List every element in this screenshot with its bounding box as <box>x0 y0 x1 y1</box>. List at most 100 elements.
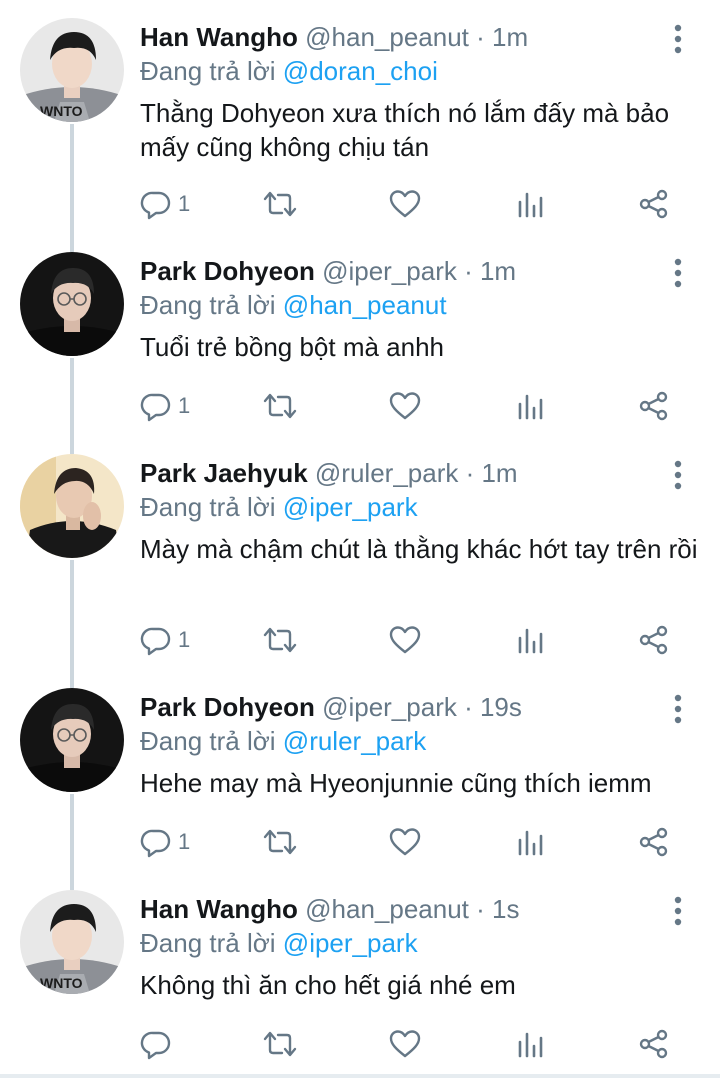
retweet-button[interactable] <box>262 386 298 426</box>
analytics-button[interactable] <box>516 1024 546 1064</box>
avatar[interactable] <box>20 454 124 558</box>
like-button[interactable] <box>388 184 422 224</box>
reply-prefix: Đang trả lời <box>140 726 276 756</box>
display-name[interactable]: Han Wangho <box>140 22 298 52</box>
tweet-text: Thằng Dohyeon xưa thích nó lắm đấy mà bả… <box>140 98 670 162</box>
tweet-text: Không thì ăn cho hết giá nhé em <box>140 970 516 1000</box>
like-button[interactable] <box>388 1024 422 1064</box>
handle[interactable]: @ruler_park <box>315 458 458 488</box>
display-name[interactable]: Han Wangho <box>140 894 298 924</box>
tweet-header: Park Dohyeon @iper_park · 19s <box>140 690 522 724</box>
reply-prefix: Đang trả lời <box>140 928 276 958</box>
avatar[interactable]: WNTO <box>20 18 124 122</box>
reply-to-link[interactable]: @ruler_park <box>283 726 426 756</box>
tweet[interactable]: Park Jaehyuk @ruler_park · 1m Đang trả l… <box>0 436 720 676</box>
timestamp[interactable]: · 1m <box>476 22 528 52</box>
svg-text:WNTO: WNTO <box>40 103 83 119</box>
analytics-button[interactable] <box>516 386 546 426</box>
reply-button[interactable]: 1 <box>140 386 190 426</box>
reply-to-link[interactable]: @doran_choi <box>283 56 438 86</box>
tweet[interactable]: Park Dohyeon @iper_park · 19s Đang trả l… <box>0 670 720 890</box>
reply-count: 1 <box>178 829 191 854</box>
tweet-actions <box>140 1024 680 1064</box>
like-button[interactable] <box>388 386 422 426</box>
display-name[interactable]: Park Dohyeon <box>140 256 315 286</box>
retweet-icon <box>263 191 297 217</box>
avatar[interactable] <box>20 688 124 792</box>
reply-button[interactable]: 1 <box>140 822 190 862</box>
handle[interactable]: @iper_park <box>322 692 457 722</box>
share-button[interactable] <box>638 1024 670 1064</box>
tweet[interactable]: WNTO Han Wangho @han_peanut · 1m Đang tr… <box>0 0 720 240</box>
avatar[interactable]: WNTO <box>20 890 124 994</box>
share-icon <box>639 827 668 857</box>
reply-icon <box>140 191 171 220</box>
share-icon <box>639 625 668 655</box>
tweet-actions: 1 <box>140 620 680 660</box>
tweet-header: Han Wangho @han_peanut · 1s <box>140 892 519 926</box>
retweet-icon <box>263 1031 297 1057</box>
tweet-actions: 1 <box>140 386 680 426</box>
retweet-icon <box>263 829 297 855</box>
avatar-park-dohyeon-icon <box>20 688 124 792</box>
heart-icon <box>389 190 421 218</box>
avatar-han-wangho-icon: WNTO <box>20 18 124 122</box>
tweet-actions: 1 <box>140 184 680 224</box>
share-icon <box>639 189 668 219</box>
more-vertical-icon[interactable] <box>666 258 690 288</box>
heart-icon <box>389 392 421 420</box>
share-icon <box>639 1029 668 1059</box>
retweet-button[interactable] <box>262 1024 298 1064</box>
retweet-icon <box>263 627 297 653</box>
analytics-button[interactable] <box>516 184 546 224</box>
reply-to-link[interactable]: @iper_park <box>283 928 418 958</box>
retweet-button[interactable] <box>262 620 298 660</box>
more-vertical-icon[interactable] <box>666 694 690 724</box>
like-button[interactable] <box>388 620 422 660</box>
reply-count: 1 <box>178 393 191 418</box>
analytics-button[interactable] <box>516 822 546 862</box>
replying-to: Đang trả lời @doran_choi <box>140 54 438 88</box>
avatar-park-jaehyuk-icon <box>20 454 124 558</box>
share-button[interactable] <box>638 620 670 660</box>
reply-prefix: Đang trả lời <box>140 492 276 522</box>
reply-to-link[interactable]: @iper_park <box>283 492 418 522</box>
reply-to-link[interactable]: @han_peanut <box>283 290 447 320</box>
heart-icon <box>389 1030 421 1058</box>
avatar[interactable] <box>20 252 124 356</box>
more-vertical-icon[interactable] <box>666 896 690 926</box>
reply-button[interactable] <box>140 1024 178 1064</box>
analytics-icon <box>518 192 543 218</box>
avatar-han-wangho-icon: WNTO <box>20 890 124 994</box>
avatar-park-dohyeon-icon <box>20 252 124 356</box>
handle[interactable]: @han_peanut <box>305 894 469 924</box>
more-vertical-icon[interactable] <box>666 24 690 54</box>
replying-to: Đang trả lời @iper_park <box>140 490 418 524</box>
analytics-button[interactable] <box>516 620 546 660</box>
display-name[interactable]: Park Dohyeon <box>140 692 315 722</box>
replying-to: Đang trả lời @ruler_park <box>140 724 426 758</box>
reply-button[interactable]: 1 <box>140 184 190 224</box>
tweet-header: Han Wangho @han_peanut · 1m <box>140 20 528 54</box>
tweet[interactable]: WNTO Han Wangho @han_peanut · 1s Đang tr… <box>0 872 720 1072</box>
reply-button[interactable]: 1 <box>140 620 190 660</box>
share-button[interactable] <box>638 822 670 862</box>
reply-icon <box>140 829 171 858</box>
handle[interactable]: @iper_park <box>322 256 457 286</box>
retweet-button[interactable] <box>262 184 298 224</box>
timestamp[interactable]: · 1m <box>466 458 518 488</box>
tweet[interactable]: Park Dohyeon @iper_park · 1m Đang trả lờ… <box>0 234 720 454</box>
share-button[interactable] <box>638 386 670 426</box>
more-vertical-icon[interactable] <box>666 460 690 490</box>
retweet-button[interactable] <box>262 822 298 862</box>
handle[interactable]: @han_peanut <box>305 22 469 52</box>
timestamp[interactable]: · 19s <box>464 692 522 722</box>
like-button[interactable] <box>388 822 422 862</box>
analytics-icon <box>518 830 543 856</box>
timestamp[interactable]: · 1s <box>476 894 519 924</box>
timestamp[interactable]: · 1m <box>464 256 516 286</box>
reply-icon <box>140 627 171 656</box>
display-name[interactable]: Park Jaehyuk <box>140 458 308 488</box>
share-button[interactable] <box>638 184 670 224</box>
replying-to: Đang trả lời @iper_park <box>140 926 418 960</box>
